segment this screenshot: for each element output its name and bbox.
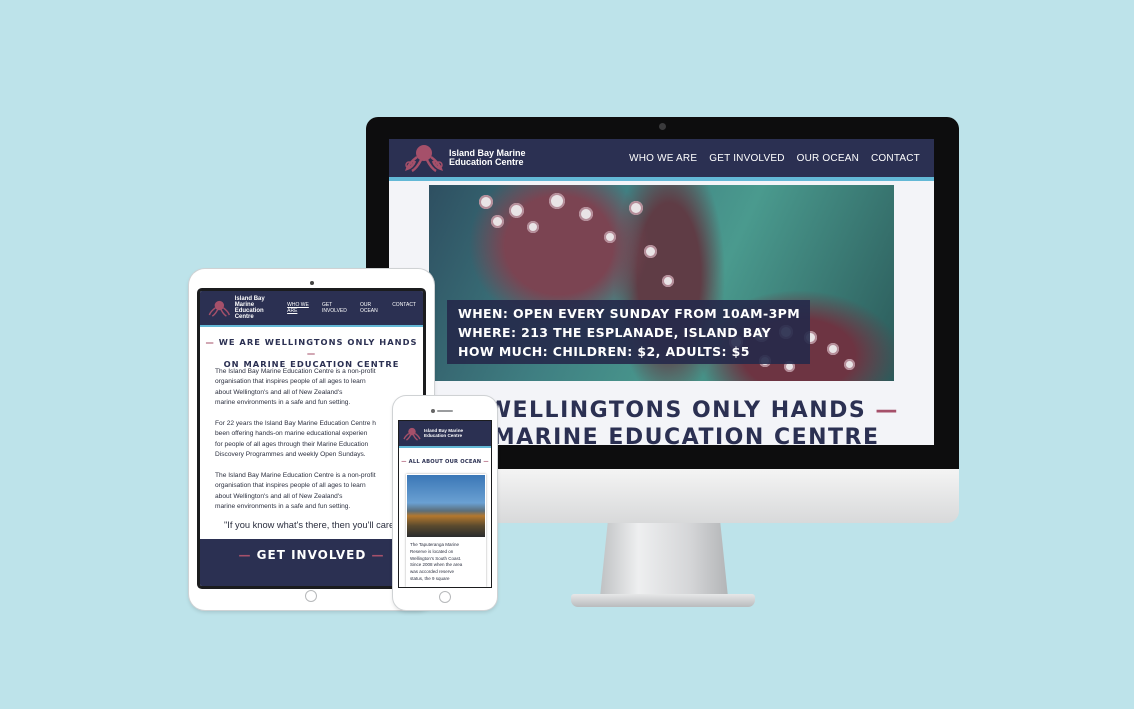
octopus-logo-icon [208,300,231,317]
hero-how-much: HOW MUCH: CHILDREN: $2, ADULTS: $5 [458,344,750,359]
sucker-shape [527,221,539,233]
tablet-section-heading: — WE ARE WELLINGTONS ONLY HANDS — ON MAR… [200,337,423,370]
heading-dash: — [483,459,489,465]
site-name: Island Bay Marine Education Centre [449,147,526,167]
heading-dash: — [875,398,899,423]
site-logo[interactable]: Island Bay Marine Education Centre [207,296,283,320]
nav-who-we-are[interactable]: WHO WE ARE [287,302,318,314]
hero-where: WHERE: 213 THE ESPLANADE, ISLAND BAY [458,325,772,340]
sucker-shape [629,201,643,215]
nav-our-ocean[interactable]: OUR OCEAN [360,302,388,314]
sucker-shape [491,215,504,228]
site-logo[interactable]: Island Bay Marine Education Centre [402,427,463,441]
tablet-website: Island Bay Marine Education Centre WHO W… [200,291,423,586]
desktop-navbar: Island Bay Marine Education Centre WHO W… [389,139,934,181]
phone-navbar: Island Bay Marine Education Centre [399,421,491,448]
heading-text-line1: WE ARE WELLINGTONS ONLY HANDS [218,337,418,347]
site-name: Island Bay Marine Education Centre [234,295,265,321]
heading-dash: — [306,348,317,358]
nav-get-involved[interactable]: GET INVOLVED [709,153,784,164]
hero-info-box: WHEN: OPEN EVERY SUNDAY FROM 10AM-3PM WH… [447,300,811,364]
sucker-shape [644,245,657,258]
nav-contact[interactable]: CONTACT [871,153,920,164]
sucker-shape [604,231,616,243]
tablet-navbar: Island Bay Marine Education Centre WHO W… [200,291,423,327]
site-logo[interactable]: Island Bay Marine Education Centre [403,143,526,173]
ipad-home-button[interactable] [305,590,317,602]
about-paragraph-repeat: The Island Bay Marine Education Centre i… [215,472,376,511]
sucker-shape [827,343,839,355]
heading-dash: — [238,548,252,562]
nav-get-involved[interactable]: GET INVOLVED [322,302,356,314]
sucker-shape [844,359,855,370]
imac-stand [600,523,728,597]
phone-section-heading: — ALL ABOUT OUR OCEAN — [399,459,491,466]
heading-dash: — [205,337,215,347]
octopus-logo-icon [405,145,443,173]
nav-our-ocean[interactable]: OUR OCEAN [797,153,859,164]
sucker-shape [479,195,493,209]
coast-photo [407,475,485,537]
about-paragraph: The Island Bay Marine Education Centre i… [215,368,376,407]
iphone-speaker [437,410,453,412]
ipad-camera [310,281,314,285]
heading-dash: — [401,459,407,465]
iphone-camera [431,409,435,413]
imac-camera [659,123,666,130]
sucker-shape [662,275,674,287]
nav-who-we-are[interactable]: WHO WE ARE [629,153,697,164]
tablet-nav-links: WHO WE ARE GET INVOLVED OUR OCEAN CONTAC… [283,302,416,314]
octopus-logo-icon [403,427,421,441]
ocean-card[interactable]: The Taputeranga Marine Reserve is located… [406,474,486,587]
heading-dash: — [371,548,385,562]
sucker-shape [549,193,565,209]
imac-base [571,594,755,607]
phone-website: Island Bay Marine Education Centre — ALL… [399,421,491,587]
nav-contact[interactable]: CONTACT [392,302,416,314]
quote-text: "If you know what's there, then you'll c… [224,520,395,530]
ocean-card-text: The Taputeranga Marine Reserve is located… [410,542,463,581]
site-name: Island Bay Marine Education Centre [424,427,464,438]
sucker-shape [509,203,524,218]
ocean-heading: ALL ABOUT OUR OCEAN [408,459,482,465]
history-paragraph: For 22 years the Island Bay Marine Educa… [215,420,376,459]
sucker-shape [579,207,593,221]
iphone-home-button[interactable] [439,591,451,603]
get-involved-heading[interactable]: GET INVOLVED [257,548,367,562]
hero-octopus-image: WHEN: OPEN EVERY SUNDAY FROM 10AM-3PM WH… [429,185,894,381]
desktop-nav-links: WHO WE ARE GET INVOLVED OUR OCEAN CONTAC… [617,153,920,164]
hero-when: WHEN: OPEN EVERY SUNDAY FROM 10AM-3PM [458,306,801,321]
get-involved-band: — GET INVOLVED — [200,539,423,586]
